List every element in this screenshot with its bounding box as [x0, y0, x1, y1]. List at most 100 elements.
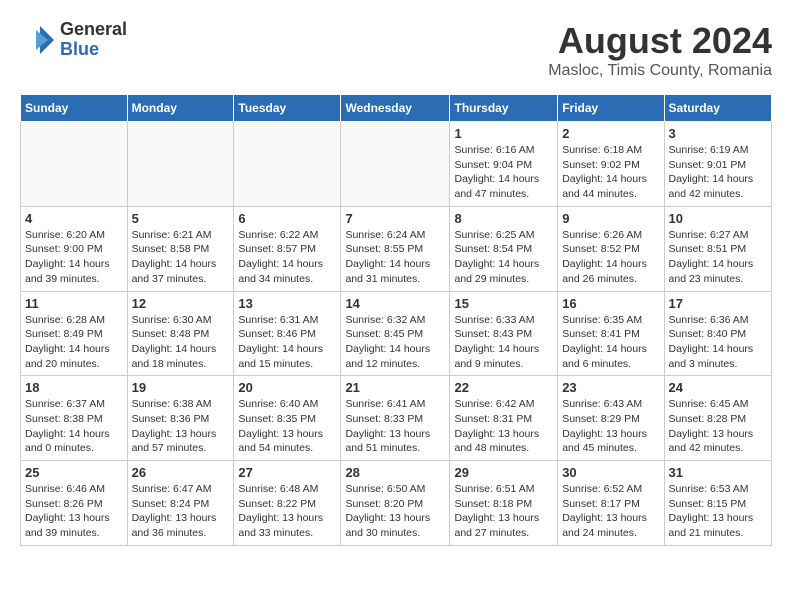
day-number: 30	[562, 465, 659, 480]
day-info: Sunrise: 6:47 AM Sunset: 8:24 PM Dayligh…	[132, 482, 230, 541]
calendar-cell	[234, 122, 341, 207]
day-number: 1	[454, 126, 553, 141]
day-info: Sunrise: 6:40 AM Sunset: 8:35 PM Dayligh…	[238, 397, 336, 456]
calendar-cell: 22 Sunrise: 6:42 AM Sunset: 8:31 PM Dayli…	[450, 376, 558, 461]
day-info: Sunrise: 6:37 AM Sunset: 8:38 PM Dayligh…	[25, 397, 123, 456]
day-number: 11	[25, 296, 123, 311]
day-info: Sunrise: 6:22 AM Sunset: 8:57 PM Dayligh…	[238, 228, 336, 287]
day-number: 28	[345, 465, 445, 480]
day-info: Sunrise: 6:30 AM Sunset: 8:48 PM Dayligh…	[132, 313, 230, 372]
calendar-cell: 16Sunrise: 6:35 AM Sunset: 8:41 PM Dayli…	[558, 291, 664, 376]
day-info: Sunrise: 6:38 AM Sunset: 8:36 PM Dayligh…	[132, 397, 230, 456]
day-number: 4	[25, 211, 123, 226]
day-info: Sunrise: 6:27 AM Sunset: 8:51 PM Dayligh…	[669, 228, 767, 287]
day-info: Sunrise: 6:28 AM Sunset: 8:49 PM Dayligh…	[25, 313, 123, 372]
day-number: 8	[454, 211, 553, 226]
calendar-cell: 30 Sunrise: 6:52 AM Sunset: 8:17 PM Dayli…	[558, 461, 664, 546]
calendar-cell: 11 Sunrise: 6:28 AM Sunset: 8:49 PM Dayli…	[21, 291, 128, 376]
calendar-week-1: 1 Sunrise: 6:16 AM Sunset: 9:04 PM Daylig…	[21, 122, 772, 207]
day-info: Sunrise: 6:32 AM Sunset: 8:45 PM Dayligh…	[345, 313, 445, 372]
day-number: 15	[454, 296, 553, 311]
day-info: Sunrise: 6:52 AM Sunset: 8:17 PM Dayligh…	[562, 482, 659, 541]
weekday-header-monday: Monday	[127, 95, 234, 122]
title-section: August 2024 Masloc, Timis County, Romani…	[548, 20, 772, 80]
day-number: 22	[454, 380, 553, 395]
calendar-cell: 15 Sunrise: 6:33 AM Sunset: 8:43 PM Dayli…	[450, 291, 558, 376]
day-info: Sunrise: 6:45 AM Sunset: 8:28 PM Dayligh…	[669, 397, 767, 456]
day-number: 9	[562, 211, 659, 226]
calendar-cell: 25 Sunrise: 6:46 AM Sunset: 8:26 PM Dayli…	[21, 461, 128, 546]
calendar-cell	[341, 122, 450, 207]
day-info: Sunrise: 6:20 AM Sunset: 9:00 PM Dayligh…	[25, 228, 123, 287]
calendar-cell: 24 Sunrise: 6:45 AM Sunset: 8:28 PM Dayli…	[664, 376, 771, 461]
calendar-cell: 28 Sunrise: 6:50 AM Sunset: 8:20 PM Dayli…	[341, 461, 450, 546]
calendar-cell: 9 Sunrise: 6:26 AM Sunset: 8:52 PM Daylig…	[558, 206, 664, 291]
calendar-cell: 4 Sunrise: 6:20 AM Sunset: 9:00 PM Daylig…	[21, 206, 128, 291]
month-title: August 2024	[548, 20, 772, 62]
logo-blue-text: Blue	[60, 40, 127, 60]
day-info: Sunrise: 6:48 AM Sunset: 8:22 PM Dayligh…	[238, 482, 336, 541]
day-number: 26	[132, 465, 230, 480]
day-number: 16	[562, 296, 659, 311]
calendar-cell: 3 Sunrise: 6:19 AM Sunset: 9:01 PM Daylig…	[664, 122, 771, 207]
calendar-cell: 7Sunrise: 6:24 AM Sunset: 8:55 PM Daylig…	[341, 206, 450, 291]
calendar-cell: 29Sunrise: 6:51 AM Sunset: 8:18 PM Dayli…	[450, 461, 558, 546]
day-info: Sunrise: 6:51 AM Sunset: 8:18 PM Dayligh…	[454, 482, 553, 541]
calendar-cell: 19 Sunrise: 6:38 AM Sunset: 8:36 PM Dayli…	[127, 376, 234, 461]
calendar-cell: 17 Sunrise: 6:36 AM Sunset: 8:40 PM Dayli…	[664, 291, 771, 376]
calendar-cell: 20 Sunrise: 6:40 AM Sunset: 8:35 PM Dayli…	[234, 376, 341, 461]
day-number: 27	[238, 465, 336, 480]
calendar-cell	[127, 122, 234, 207]
calendar-cell: 21 Sunrise: 6:41 AM Sunset: 8:33 PM Dayli…	[341, 376, 450, 461]
day-number: 2	[562, 126, 659, 141]
day-info: Sunrise: 6:33 AM Sunset: 8:43 PM Dayligh…	[454, 313, 553, 372]
calendar-cell	[21, 122, 128, 207]
day-number: 3	[669, 126, 767, 141]
calendar-cell: 1 Sunrise: 6:16 AM Sunset: 9:04 PM Daylig…	[450, 122, 558, 207]
day-info: Sunrise: 6:18 AM Sunset: 9:02 PM Dayligh…	[562, 143, 659, 202]
logo-general-text: General	[60, 20, 127, 40]
weekday-header-friday: Friday	[558, 95, 664, 122]
day-info: Sunrise: 6:26 AM Sunset: 8:52 PM Dayligh…	[562, 228, 659, 287]
calendar-cell: 10Sunrise: 6:27 AM Sunset: 8:51 PM Dayli…	[664, 206, 771, 291]
calendar-cell: 27 Sunrise: 6:48 AM Sunset: 8:22 PM Dayli…	[234, 461, 341, 546]
day-number: 23	[562, 380, 659, 395]
calendar-week-4: 18 Sunrise: 6:37 AM Sunset: 8:38 PM Dayli…	[21, 376, 772, 461]
calendar-cell: 2 Sunrise: 6:18 AM Sunset: 9:02 PM Daylig…	[558, 122, 664, 207]
day-number: 20	[238, 380, 336, 395]
calendar-cell: 18 Sunrise: 6:37 AM Sunset: 8:38 PM Dayli…	[21, 376, 128, 461]
day-number: 7	[345, 211, 445, 226]
calendar-cell: 23 Sunrise: 6:43 AM Sunset: 8:29 PM Dayli…	[558, 376, 664, 461]
day-number: 13	[238, 296, 336, 311]
calendar-cell: 8Sunrise: 6:25 AM Sunset: 8:54 PM Daylig…	[450, 206, 558, 291]
weekday-header-tuesday: Tuesday	[234, 95, 341, 122]
day-info: Sunrise: 6:19 AM Sunset: 9:01 PM Dayligh…	[669, 143, 767, 202]
calendar-week-3: 11 Sunrise: 6:28 AM Sunset: 8:49 PM Dayli…	[21, 291, 772, 376]
day-info: Sunrise: 6:41 AM Sunset: 8:33 PM Dayligh…	[345, 397, 445, 456]
calendar-cell: 26 Sunrise: 6:47 AM Sunset: 8:24 PM Dayli…	[127, 461, 234, 546]
day-info: Sunrise: 6:36 AM Sunset: 8:40 PM Dayligh…	[669, 313, 767, 372]
calendar-cell: 12Sunrise: 6:30 AM Sunset: 8:48 PM Dayli…	[127, 291, 234, 376]
day-number: 21	[345, 380, 445, 395]
day-number: 17	[669, 296, 767, 311]
calendar-cell: 14 Sunrise: 6:32 AM Sunset: 8:45 PM Dayli…	[341, 291, 450, 376]
calendar-cell: 13 Sunrise: 6:31 AM Sunset: 8:46 PM Dayli…	[234, 291, 341, 376]
weekday-header-wednesday: Wednesday	[341, 95, 450, 122]
calendar-cell: 6Sunrise: 6:22 AM Sunset: 8:57 PM Daylig…	[234, 206, 341, 291]
day-info: Sunrise: 6:46 AM Sunset: 8:26 PM Dayligh…	[25, 482, 123, 541]
day-number: 14	[345, 296, 445, 311]
calendar-week-2: 4 Sunrise: 6:20 AM Sunset: 9:00 PM Daylig…	[21, 206, 772, 291]
day-info: Sunrise: 6:43 AM Sunset: 8:29 PM Dayligh…	[562, 397, 659, 456]
day-number: 19	[132, 380, 230, 395]
calendar-week-5: 25 Sunrise: 6:46 AM Sunset: 8:26 PM Dayli…	[21, 461, 772, 546]
day-number: 24	[669, 380, 767, 395]
day-number: 18	[25, 380, 123, 395]
day-info: Sunrise: 6:50 AM Sunset: 8:20 PM Dayligh…	[345, 482, 445, 541]
weekday-header-saturday: Saturday	[664, 95, 771, 122]
day-info: Sunrise: 6:16 AM Sunset: 9:04 PM Dayligh…	[454, 143, 553, 202]
location-title: Masloc, Timis County, Romania	[548, 62, 772, 80]
day-info: Sunrise: 6:42 AM Sunset: 8:31 PM Dayligh…	[454, 397, 553, 456]
day-number: 25	[25, 465, 123, 480]
logo-icon	[20, 22, 56, 58]
day-info: Sunrise: 6:31 AM Sunset: 8:46 PM Dayligh…	[238, 313, 336, 372]
